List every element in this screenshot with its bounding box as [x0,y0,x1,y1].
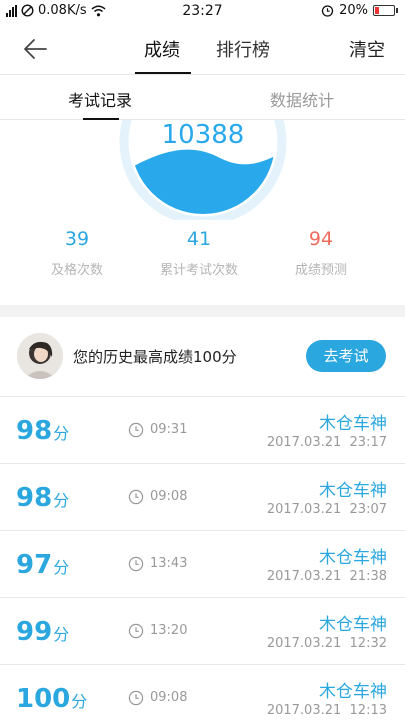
clock-icon [128,422,144,438]
stat-pass-count: 39 及格次数 [17,228,137,278]
alarm-icon [321,5,334,17]
record-score: 98分 [16,416,70,446]
status-right: 20% [321,3,398,18]
stat-value: 39 [64,228,90,250]
tab-leaderboard[interactable]: 排行榜 [216,36,270,62]
clock-icon [128,690,144,706]
record-row[interactable]: 98分 09:08 木仓车神 2017.03.21 23:07 [0,464,405,531]
record-score: 97分 [16,550,70,580]
record-username: 木仓车神 [319,481,387,501]
record-username: 木仓车神 [319,548,387,568]
stat-score-prediction: 94 成绩预测 [261,228,381,278]
clock-icon [128,556,144,572]
stats-row: 39 及格次数 41 累计考试次数 94 成绩预测 [0,228,405,298]
exam-records-list: 98分 09:31 木仓车神 2017.03.21 23:17 98分 09:0… [0,397,405,720]
record-score: 100分 [16,684,88,714]
best-score-banner: 您的历史最高成绩100分 去考试 [0,317,405,397]
top-nav: 成绩 排行榜 清空 [0,24,405,74]
back-arrow-icon[interactable] [22,36,48,62]
record-username: 木仓车神 [319,682,387,702]
record-username: 木仓车神 [319,414,387,434]
section-divider [0,305,405,317]
tab-exam-records[interactable]: 考试记录 [68,87,132,111]
tab-score[interactable]: 成绩 [144,36,180,62]
record-datetime: 2017.03.21 12:13 [266,703,387,718]
sub-tabs: 考试记录 数据统计 [0,74,405,120]
gauge-graphic: 10388 [119,120,287,220]
record-score: 98分 [16,483,70,513]
stat-value: 41 [186,228,212,250]
go-exam-button[interactable]: 去考试 [306,340,386,372]
clear-button[interactable]: 清空 [349,36,385,62]
tab-data-stats[interactable]: 数据统计 [270,87,334,111]
record-duration: 13:20 [150,623,188,638]
battery-icon [373,5,398,16]
battery-percent: 20% [339,3,368,18]
clock-icon [128,623,144,639]
record-row[interactable]: 100分 09:08 木仓车神 2017.03.21 12:13 [0,665,405,720]
record-row[interactable]: 99分 13:20 木仓车神 2017.03.21 12:32 [0,598,405,665]
gauge-value: 10388 [162,120,245,150]
record-duration: 09:08 [150,489,188,504]
record-datetime: 2017.03.21 23:17 [266,435,387,450]
stat-label: 累计考试次数 [159,263,238,278]
stat-total-exams: 41 累计考试次数 [139,228,259,278]
stat-label: 及格次数 [50,263,103,278]
record-score: 99分 [16,617,70,647]
record-username: 木仓车神 [319,615,387,635]
record-duration: 09:31 [150,422,188,437]
record-duration: 09:08 [150,690,188,705]
record-row[interactable]: 97分 13:43 木仓车神 2017.03.21 21:38 [0,531,405,598]
record-datetime: 2017.03.21 12:32 [266,636,387,651]
record-duration: 13:43 [150,556,188,571]
score-gauge: 10388 [0,120,405,220]
avatar[interactable] [17,333,63,379]
record-row[interactable]: 98分 09:31 木仓车神 2017.03.21 23:17 [0,397,405,464]
stat-label: 成绩预测 [294,263,347,278]
record-datetime: 2017.03.21 23:07 [266,502,387,517]
record-datetime: 2017.03.21 21:38 [266,569,387,584]
clock-icon [128,489,144,505]
status-bar: 0.08K/s 23:27 20% [0,0,405,24]
stat-value: 94 [308,228,334,250]
best-score-text: 您的历史最高成绩100分 [73,348,237,366]
